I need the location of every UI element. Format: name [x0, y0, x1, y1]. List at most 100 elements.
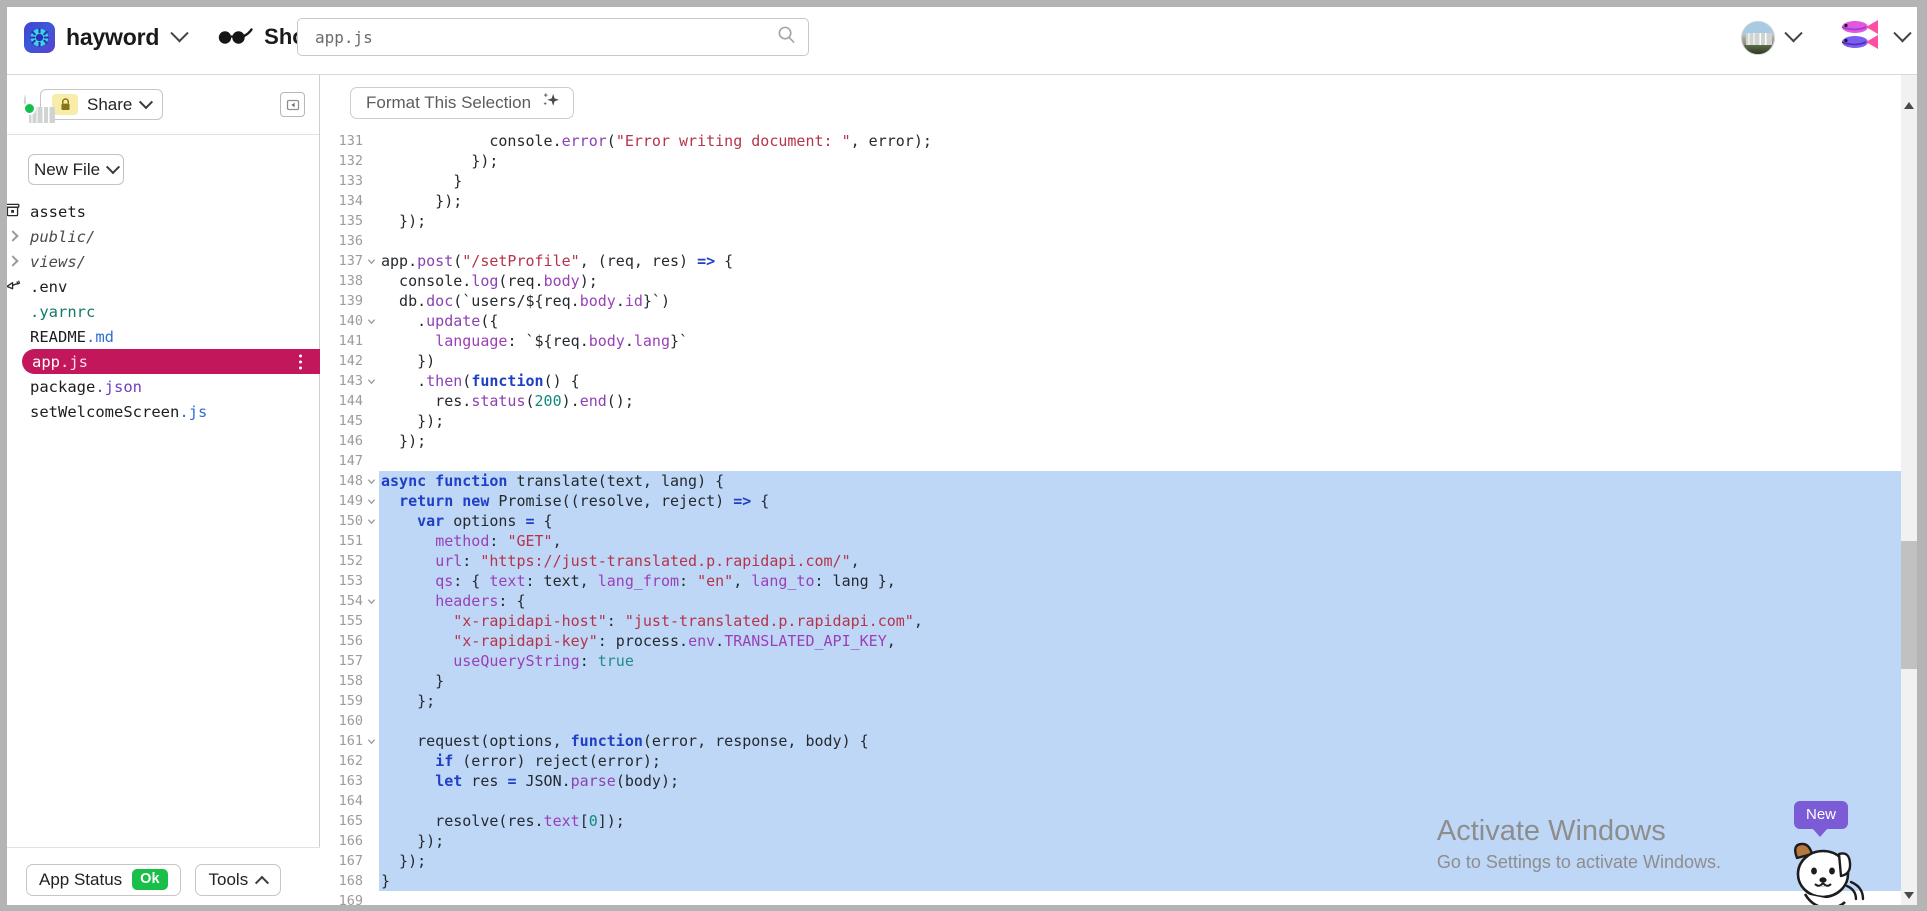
- file-tree-item[interactable]: .env: [0, 274, 311, 299]
- tools-button[interactable]: Tools: [194, 863, 282, 896]
- user-avatar[interactable]: [23, 94, 36, 115]
- fish-menu[interactable]: [1834, 16, 1912, 59]
- kebab-menu-icon[interactable]: [299, 354, 302, 369]
- code-line[interactable]: 167 });: [321, 851, 1906, 871]
- file-tree-item[interactable]: setWelcomeScreen .js: [0, 399, 311, 424]
- code-line[interactable]: 137 app.post("/setProfile", (req, res) =>…: [321, 251, 1906, 271]
- file-name: setWelcomeScreen: [30, 402, 180, 421]
- code-line[interactable]: 135 });: [321, 211, 1906, 231]
- fold-toggle-icon[interactable]: [363, 371, 379, 391]
- search-input[interactable]: app.js: [297, 18, 809, 56]
- code-line[interactable]: 164: [321, 791, 1906, 811]
- code-text: });: [379, 851, 1906, 871]
- new-file-button[interactable]: New File: [28, 154, 124, 185]
- new-badge[interactable]: New: [1793, 801, 1848, 837]
- code-line[interactable]: 148 async function translate(text, lang) …: [321, 471, 1906, 491]
- code-line[interactable]: 143 .then(function() {: [321, 371, 1906, 391]
- code-text: console.log(req.body);: [381, 272, 598, 290]
- code-line[interactable]: 141 language: `${req.body.lang}`: [321, 331, 1906, 351]
- file-tree-item[interactable]: public/: [0, 224, 311, 249]
- code-line[interactable]: 131 console.error("Error writing documen…: [321, 131, 1906, 151]
- code-line[interactable]: 134 });: [321, 191, 1906, 211]
- format-button-label: Format This Selection: [366, 93, 532, 112]
- fold-toggle-icon[interactable]: [363, 311, 379, 331]
- code-text: });: [381, 192, 463, 210]
- chevron-down-icon[interactable]: [1784, 24, 1803, 43]
- chevron-down-icon[interactable]: [170, 23, 189, 42]
- line-number: 138: [338, 273, 363, 289]
- code-line[interactable]: 165 resolve(res.text[0]);: [321, 811, 1906, 831]
- brand-menu[interactable]: hayword: [24, 21, 189, 53]
- code-editor[interactable]: 131 console.error("Error writing documen…: [321, 131, 1906, 911]
- fold-toggle-icon[interactable]: [363, 471, 379, 491]
- code-line[interactable]: 147: [321, 451, 1906, 471]
- code-line[interactable]: 152 url: "https://just-translated.p.rapi…: [321, 551, 1906, 571]
- code-line[interactable]: 153 qs: { text: text, lang_from: "en", l…: [321, 571, 1906, 591]
- code-line[interactable]: 142 }): [321, 351, 1906, 371]
- format-this-selection-button[interactable]: Format This Selection: [350, 87, 575, 119]
- code-text: return new Promise((resolve, reject) => …: [379, 491, 1906, 511]
- search-icon[interactable]: [777, 25, 796, 49]
- code-line[interactable]: 150 var options = {: [321, 511, 1906, 531]
- chevron-right-icon[interactable]: [7, 254, 19, 267]
- code-line[interactable]: 160: [321, 711, 1906, 731]
- scroll-thumb[interactable]: [1901, 541, 1917, 669]
- code-line[interactable]: 155 "x-rapidapi-host": "just-translated.…: [321, 611, 1906, 631]
- code-text: [379, 791, 1906, 811]
- code-line[interactable]: 166 });: [321, 831, 1906, 851]
- fold-toggle-icon[interactable]: [363, 731, 379, 751]
- vertical-scrollbar[interactable]: [1901, 75, 1917, 911]
- scroll-up-arrow-icon[interactable]: [1901, 97, 1917, 113]
- code-line[interactable]: 154 headers: {: [321, 591, 1906, 611]
- window-left-edge: [0, 0, 7, 911]
- code-text: async function translate(text, lang) {: [379, 471, 1906, 491]
- chevron-down-icon[interactable]: [1893, 24, 1912, 43]
- code-line[interactable]: 156 "x-rapidapi-key": process.env.TRANSL…: [321, 631, 1906, 651]
- fold-toggle-icon[interactable]: [363, 511, 379, 531]
- code-line[interactable]: 149 return new Promise((resolve, reject)…: [321, 491, 1906, 511]
- file-tree-item[interactable]: package .json: [0, 374, 311, 399]
- scroll-down-arrow-icon[interactable]: [1901, 887, 1917, 903]
- code-line[interactable]: 133 }: [321, 171, 1906, 191]
- file-tree-item[interactable]: app .js: [22, 349, 320, 374]
- fold-toggle-icon[interactable]: [363, 591, 379, 611]
- account-menu[interactable]: [1741, 20, 1803, 55]
- code-line[interactable]: 138 console.log(req.body);: [321, 271, 1906, 291]
- code-line[interactable]: 139 db.doc(`users/${req.body.id}`): [321, 291, 1906, 311]
- file-tree-item[interactable]: assets: [0, 199, 311, 224]
- chevron-right-icon[interactable]: [7, 229, 19, 242]
- app-status-button[interactable]: App Status Ok: [26, 863, 181, 896]
- line-number: 150: [338, 513, 363, 529]
- mascot-widget[interactable]: New: [1733, 801, 1903, 911]
- chevron-down-icon: [105, 159, 121, 174]
- fold-toggle-icon[interactable]: [363, 491, 379, 511]
- top-bar-right-group: [1741, 0, 1912, 75]
- code-line[interactable]: 158 }: [321, 671, 1906, 691]
- code-line[interactable]: 136: [321, 231, 1906, 251]
- code-line[interactable]: 161 request(options, function(error, res…: [321, 731, 1906, 751]
- code-line[interactable]: 163 let res = JSON.parse(body);: [321, 771, 1906, 791]
- code-line[interactable]: 159 };: [321, 691, 1906, 711]
- code-line[interactable]: 168}: [321, 871, 1906, 891]
- code-line[interactable]: 151 method: "GET",: [321, 531, 1906, 551]
- code-line[interactable]: 140 .update({: [321, 311, 1906, 331]
- code-line[interactable]: 144 res.status(200).end();: [321, 391, 1906, 411]
- file-tree-item[interactable]: README .md: [0, 324, 311, 349]
- collapse-panel-icon[interactable]: [280, 92, 305, 117]
- code-line[interactable]: 145 });: [321, 411, 1906, 431]
- fold-toggle-icon[interactable]: [363, 251, 379, 271]
- status-badge: Ok: [132, 869, 168, 890]
- file-tree-item[interactable]: views/: [0, 249, 311, 274]
- code-line[interactable]: 162 if (error) reject(error);: [321, 751, 1906, 771]
- line-number: 136: [338, 233, 363, 249]
- file-tree-item[interactable]: .yarnrc: [0, 299, 311, 324]
- starburst-logo-icon: [24, 21, 55, 53]
- share-button[interactable]: Share: [40, 89, 164, 120]
- dog-mascot-icon[interactable]: [1779, 838, 1865, 911]
- code-line[interactable]: 157 useQueryString: true: [321, 651, 1906, 671]
- code-line[interactable]: 146 });: [321, 431, 1906, 451]
- line-number: 151: [338, 533, 363, 549]
- sidebar-header: Share: [0, 75, 319, 135]
- code-line[interactable]: 132 });: [321, 151, 1906, 171]
- code-text: }: [381, 172, 463, 190]
